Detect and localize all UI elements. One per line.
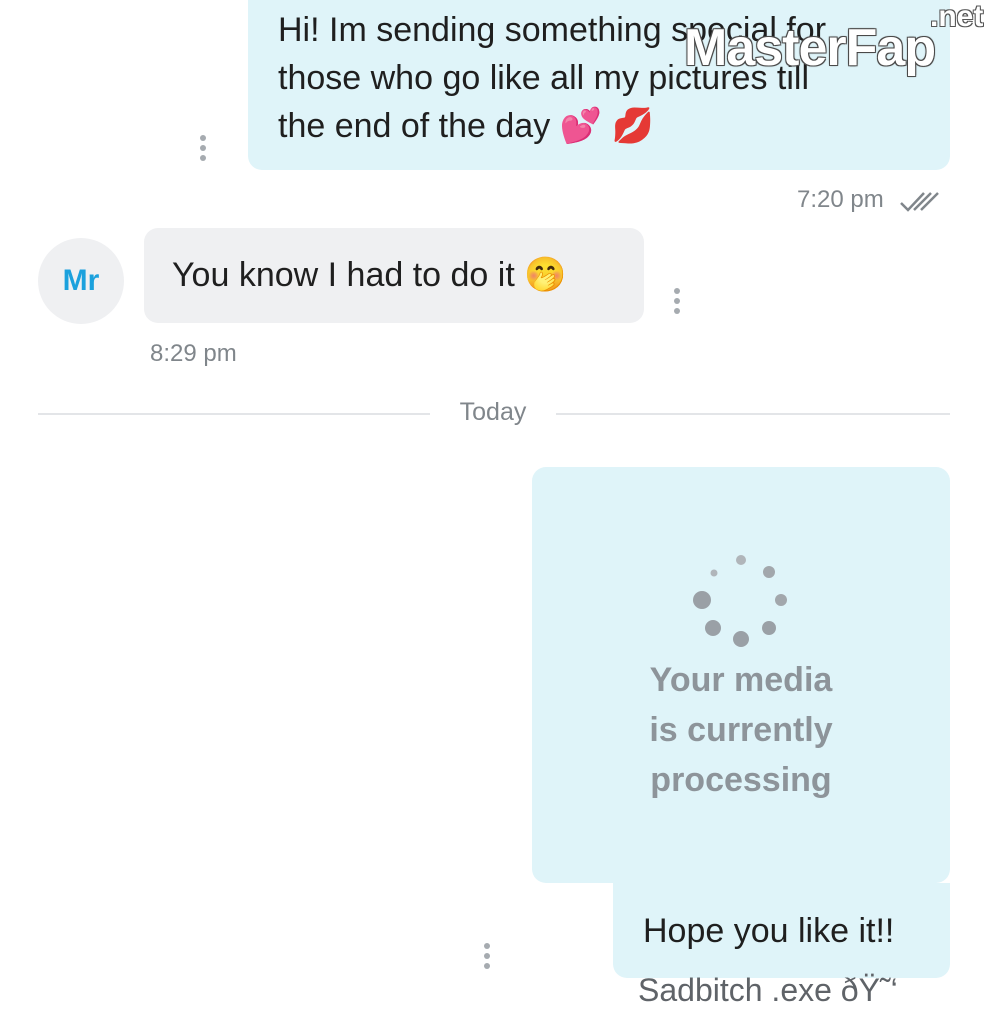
divider-line (556, 413, 950, 415)
message-options-icon[interactable] (673, 288, 681, 314)
message-options-icon[interactable] (483, 943, 491, 969)
message-text: You know I had to do it 🤭 (172, 256, 567, 294)
loading-spinner-icon (693, 555, 787, 647)
footer-caption: Sadbitch .exe ðŸ˜‘ (638, 972, 898, 1008)
divider-line (38, 413, 430, 415)
avatar[interactable]: Mr (38, 238, 124, 324)
message-timestamp: 7:20 pm (797, 186, 884, 213)
avatar-initials: Mr (62, 264, 100, 297)
message-options-icon[interactable] (199, 135, 207, 161)
watermark-logo: MasterFap .net (684, 0, 984, 77)
date-divider-label: Today (459, 398, 527, 426)
message-text: Hope you like it!! (643, 912, 895, 950)
outgoing-message-bubble[interactable]: Hope you like it!! (613, 883, 950, 978)
media-processing-text: Your media is currently processing (649, 661, 833, 799)
message-timestamp: 8:29 pm (150, 340, 237, 367)
incoming-message-bubble[interactable]: You know I had to do it 🤭 (144, 228, 644, 323)
media-processing-bubble[interactable]: Your media is currently processing (532, 467, 950, 883)
double-check-icon (900, 192, 939, 212)
heart-kiss-emoji: 💕 💋 (559, 107, 654, 145)
